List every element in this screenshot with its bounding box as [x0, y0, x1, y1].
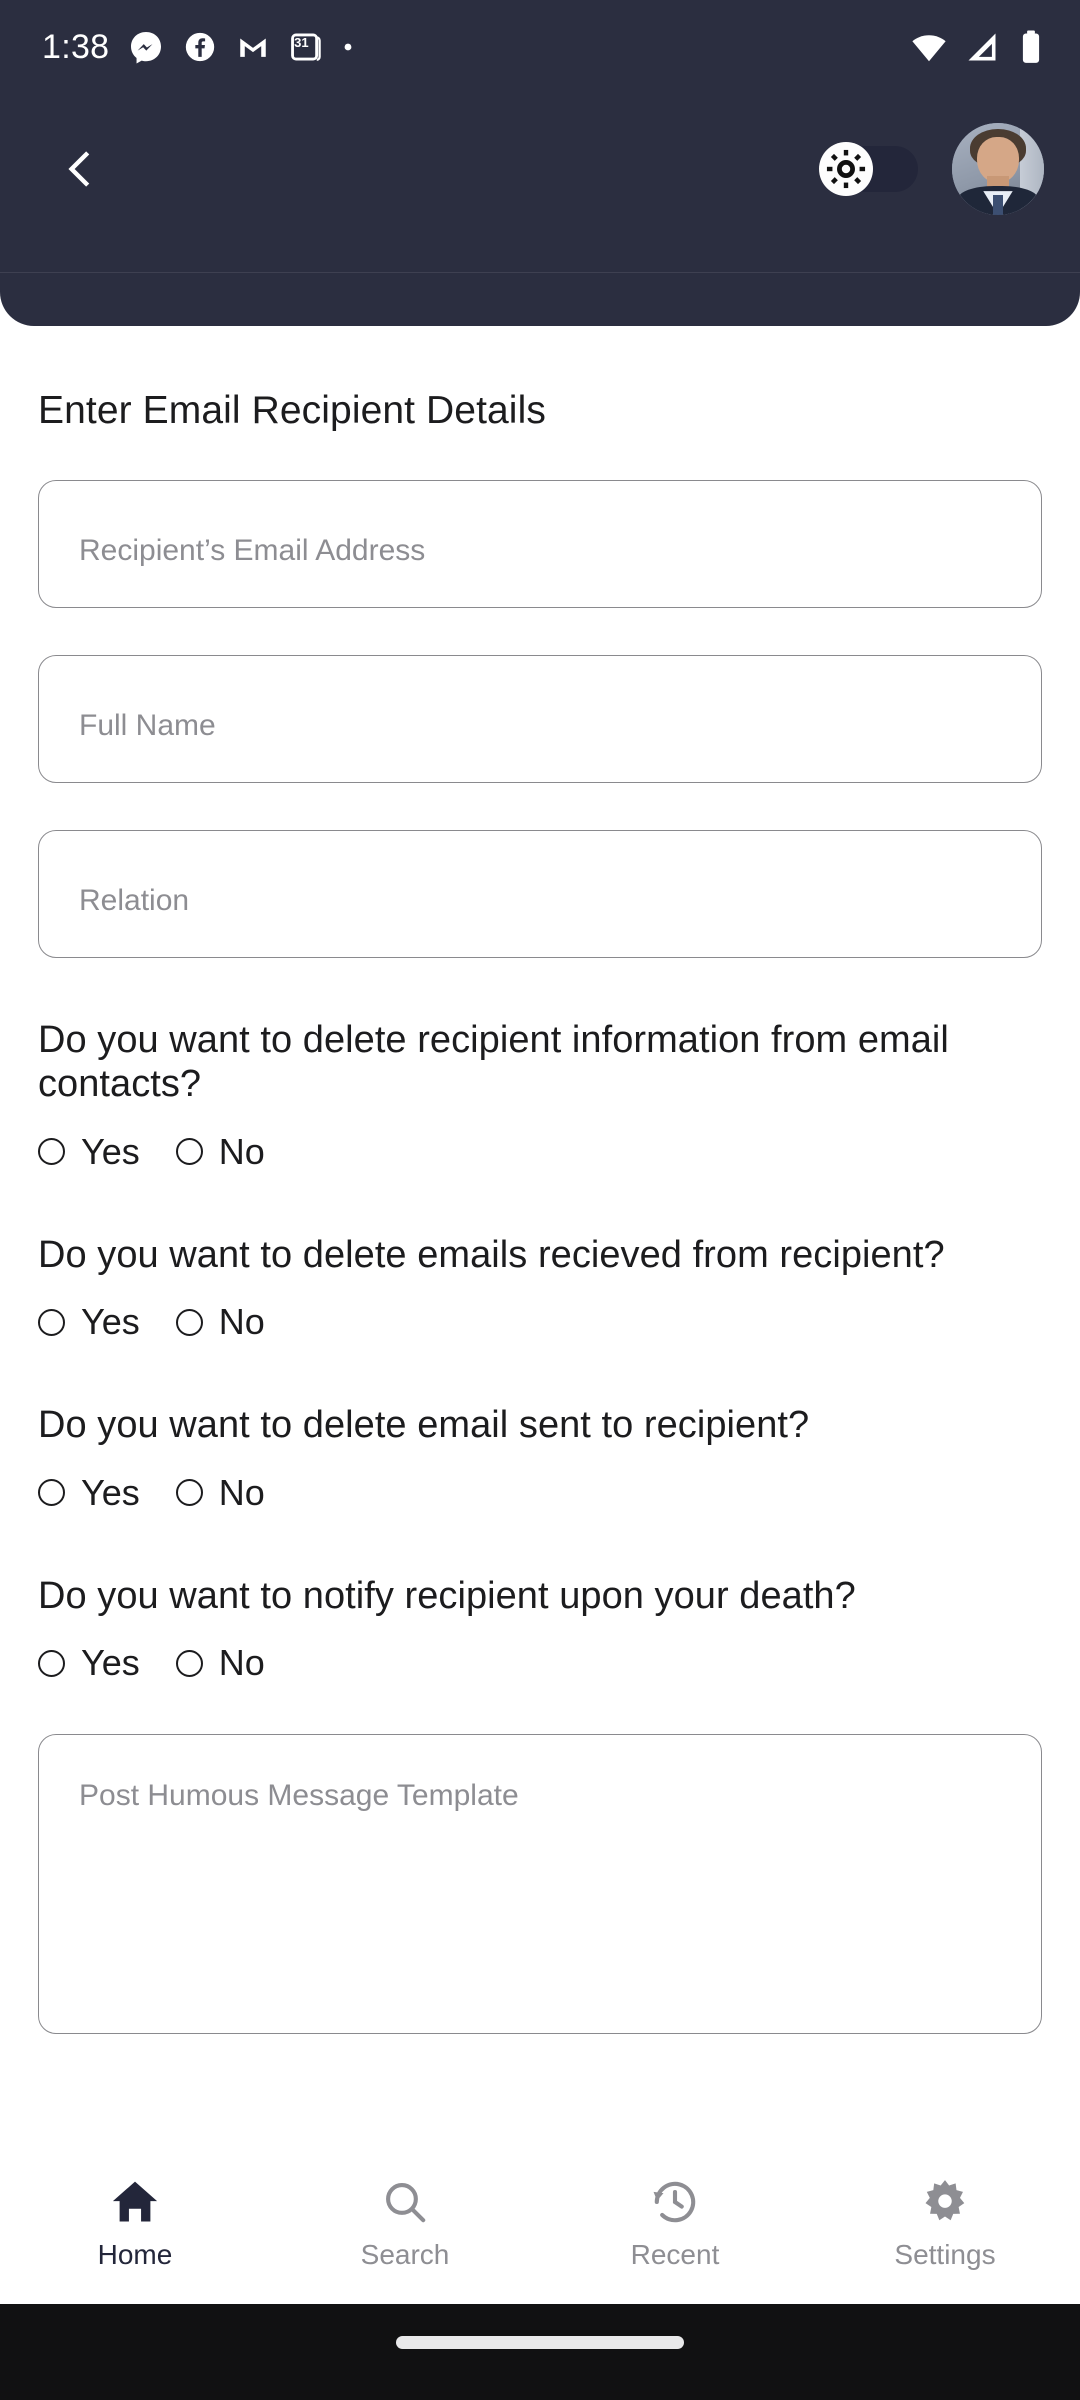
header-divider	[0, 272, 1080, 273]
theme-toggle-knob	[819, 142, 873, 196]
nav-item-search[interactable]: Search	[270, 2176, 540, 2271]
nav-item-settings[interactable]: Settings	[810, 2176, 1080, 2271]
status-bar-right	[910, 28, 1046, 66]
delete-contact-info-question: Do you want to delete recipient informat…	[38, 1018, 1042, 1173]
radio-option-yes[interactable]: Yes	[38, 1472, 140, 1514]
sun-icon	[826, 149, 866, 189]
nav-label-home: Home	[97, 2239, 173, 2270]
delete-received-emails-question: Do you want to delete emails recieved fr…	[38, 1233, 1042, 1343]
radio-group: Yes No	[38, 1642, 1042, 1684]
gear-icon	[925, 2180, 965, 2221]
header: 1:38 31	[0, 0, 1080, 326]
radio-circle-icon	[38, 1138, 65, 1166]
wifi-icon	[912, 35, 946, 62]
status-bar-clock: 1:38	[42, 28, 110, 66]
chevron-left-icon	[68, 151, 90, 187]
history-clock-icon	[653, 2181, 696, 2223]
question-text: Do you want to delete emails recieved fr…	[38, 1233, 945, 1276]
battery-icon	[1022, 30, 1040, 63]
status-bar-left: 1:38 31	[42, 29, 354, 65]
radio-label: No	[218, 1301, 265, 1343]
gesture-pill-handle[interactable]	[396, 2336, 684, 2349]
radio-label: Yes	[81, 1301, 140, 1343]
radio-option-yes[interactable]: Yes	[38, 1131, 140, 1173]
nav-label-settings: Settings	[894, 2239, 996, 2270]
home-icon	[112, 2181, 158, 2222]
radio-circle-icon	[175, 1479, 203, 1507]
relation-placeholder: Relation	[79, 884, 190, 917]
radio-option-no[interactable]: No	[175, 1471, 265, 1514]
full-name-input[interactable]: Full Name	[38, 655, 1042, 783]
radio-label: Yes	[81, 1642, 140, 1684]
radio-circle-icon	[175, 1649, 203, 1677]
theme-toggle[interactable]	[819, 142, 918, 196]
app-bar	[0, 94, 1080, 244]
recipient-email-placeholder: Recipient’s Email Address	[79, 534, 426, 567]
radio-circle-icon	[175, 1138, 203, 1166]
dot-indicator-icon	[344, 43, 352, 51]
calendar-icon: 31	[289, 30, 323, 64]
facebook-icon	[186, 32, 215, 62]
nav-item-home[interactable]: Home	[0, 2176, 270, 2271]
gmail-icon	[240, 38, 267, 57]
radio-group: Yes No	[38, 1301, 1042, 1343]
nav-item-recent[interactable]: Recent	[540, 2176, 810, 2271]
search-icon	[386, 2183, 426, 2223]
radio-label: Yes	[81, 1471, 140, 1513]
messenger-icon	[131, 32, 162, 64]
radio-group: Yes No	[38, 1131, 1042, 1173]
cellular-signal-icon	[968, 33, 996, 61]
notify-on-death-question: Do you want to notify recipient upon you…	[38, 1574, 1042, 1684]
radio-label: No	[218, 1130, 265, 1172]
relation-input[interactable]: Relation	[38, 830, 1042, 958]
question-text: Do you want to delete recipient informat…	[38, 1019, 949, 1106]
nav-label-recent: Recent	[630, 2239, 720, 2270]
radio-option-yes[interactable]: Yes	[38, 1642, 140, 1684]
radio-circle-icon	[38, 1479, 65, 1507]
gesture-navigation-bar	[0, 2304, 1080, 2400]
calendar-day-number: 31	[294, 34, 309, 50]
post-humous-message-textarea[interactable]: Post Humous Message Template	[38, 1734, 1042, 2035]
radio-option-no[interactable]: No	[175, 1301, 265, 1343]
radio-option-no[interactable]: No	[175, 1130, 265, 1173]
radio-group: Yes No	[38, 1472, 1042, 1514]
avatar-tie	[993, 194, 1003, 215]
question-text: Do you want to delete email sent to reci…	[38, 1404, 810, 1447]
back-button[interactable]	[44, 133, 116, 205]
full-name-placeholder: Full Name	[79, 709, 216, 742]
page-title: Enter Email Recipient Details	[38, 389, 546, 432]
app-bar-actions	[819, 123, 1044, 215]
app-screen: 1:38 31 Enter Email Recipient Details Re…	[0, 0, 1080, 2400]
radio-circle-icon	[38, 1649, 65, 1677]
bottom-navigation: Home Search Recent Settings	[0, 2158, 1080, 2304]
radio-circle-icon	[38, 1308, 65, 1336]
nav-label-search: Search	[360, 2239, 450, 2270]
post-humous-message-placeholder: Post Humous Message Template	[79, 1779, 519, 1813]
radio-circle-icon	[175, 1308, 203, 1336]
delete-sent-emails-question: Do you want to delete email sent to reci…	[38, 1403, 1042, 1513]
radio-label: No	[218, 1642, 265, 1684]
radio-option-yes[interactable]: Yes	[38, 1301, 140, 1343]
radio-option-no[interactable]: No	[175, 1642, 265, 1684]
question-text: Do you want to notify recipient upon you…	[38, 1574, 856, 1617]
status-bar: 1:38 31	[0, 0, 1080, 94]
radio-label: No	[218, 1471, 265, 1513]
avatar[interactable]	[952, 123, 1044, 215]
main-content: Enter Email Recipient Details Recipient’…	[0, 326, 1080, 2035]
radio-label: Yes	[81, 1130, 140, 1172]
recipient-email-input[interactable]: Recipient’s Email Address	[38, 480, 1042, 608]
